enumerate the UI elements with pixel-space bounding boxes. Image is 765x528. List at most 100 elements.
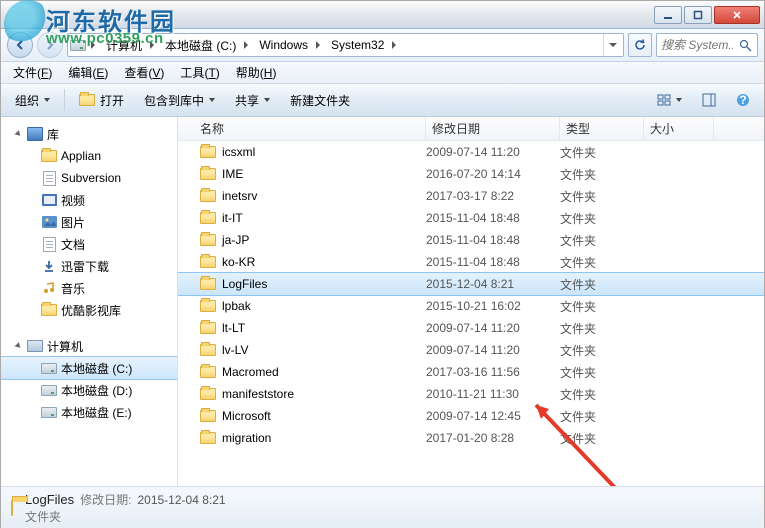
file-list: 名称 修改日期 类型 大小 icsxml2009-07-14 11:20文件夹I… (178, 117, 764, 486)
tree-node-subversion[interactable]: Subversion (1, 167, 177, 189)
column-type[interactable]: 类型 (560, 117, 644, 140)
breadcrumb-sep[interactable] (239, 34, 253, 56)
menu-tools[interactable]: 工具(T) (172, 62, 227, 83)
tree-node-youku[interactable]: 优酷影视库 (1, 299, 177, 321)
file-name: icsxml (222, 145, 255, 159)
search-input[interactable] (661, 38, 733, 52)
tree-node-drive-d[interactable]: 本地磁盘 (D:) (1, 379, 177, 401)
file-row[interactable]: inetsrv2017-03-17 8:22文件夹 (178, 185, 764, 207)
file-type: 文件夹 (560, 320, 644, 337)
tree-node-drive-e[interactable]: 本地磁盘 (E:) (1, 401, 177, 423)
file-date: 2009-07-14 11:20 (426, 321, 560, 335)
breadcrumb-sep[interactable] (387, 34, 401, 56)
breadcrumb-system32[interactable]: System32 (325, 34, 387, 56)
folder-icon (41, 148, 57, 164)
folder-icon (200, 254, 216, 270)
view-options-button[interactable] (649, 89, 690, 111)
menu-edit[interactable]: 编辑(E) (60, 62, 116, 83)
file-type: 文件夹 (560, 276, 644, 293)
breadcrumb-root-sep[interactable] (86, 34, 100, 56)
breadcrumb-windows[interactable]: Windows (253, 34, 311, 56)
download-icon (41, 258, 57, 274)
address-dropdown[interactable] (603, 34, 621, 56)
menu-file[interactable]: 文件(F) (5, 62, 60, 83)
open-button[interactable]: 打开 (71, 88, 132, 113)
tree-node-pictures[interactable]: 图片 (1, 211, 177, 233)
file-type: 文件夹 (560, 430, 644, 447)
folder-icon (200, 342, 216, 358)
folder-icon (200, 210, 216, 226)
music-icon (41, 280, 57, 296)
details-date-label: 修改日期: (80, 491, 131, 508)
tree-node-applian[interactable]: Applian (1, 145, 177, 167)
column-size[interactable]: 大小 (644, 117, 714, 140)
minimize-button[interactable] (654, 6, 682, 24)
column-name[interactable]: 名称 (178, 117, 426, 140)
breadcrumb-sep[interactable] (311, 34, 325, 56)
breadcrumb-drive-c[interactable]: 本地磁盘 (C:) (159, 34, 239, 56)
drive-icon (70, 37, 86, 53)
chevron-down-icon (264, 98, 270, 102)
chevron-down-icon (676, 98, 682, 102)
file-row[interactable]: icsxml2009-07-14 11:20文件夹 (178, 141, 764, 163)
share-button[interactable]: 共享 (227, 88, 278, 113)
tree-node-libraries[interactable]: 库 (1, 123, 177, 145)
help-button[interactable]: ? (728, 89, 758, 111)
back-button[interactable] (7, 32, 33, 58)
file-type: 文件夹 (560, 364, 644, 381)
doc-icon (41, 236, 57, 252)
preview-pane-button[interactable] (694, 89, 724, 111)
file-row[interactable]: migration2017-01-20 8:28文件夹 (178, 427, 764, 449)
file-row[interactable]: Microsoft2009-07-14 12:45文件夹 (178, 405, 764, 427)
address-bar[interactable]: 计算机 本地磁盘 (C:) Windows System32 (67, 33, 624, 57)
menubar: 文件(F) 编辑(E) 查看(V) 工具(T) 帮助(H) (1, 62, 764, 84)
file-row[interactable]: lv-LV2009-07-14 11:20文件夹 (178, 339, 764, 361)
refresh-button[interactable] (628, 33, 652, 57)
file-row[interactable]: ja-JP2015-11-04 18:48文件夹 (178, 229, 764, 251)
file-name: ko-KR (222, 255, 255, 269)
file-row[interactable]: Macromed2017-03-16 11:56文件夹 (178, 361, 764, 383)
tree-node-video[interactable]: 视频 (1, 189, 177, 211)
include-library-button[interactable]: 包含到库中 (136, 88, 223, 113)
file-name: lv-LV (222, 343, 248, 357)
breadcrumb-sep[interactable] (145, 34, 159, 56)
tree-label: 本地磁盘 (D:) (61, 382, 132, 399)
tree-label: 文档 (61, 236, 85, 253)
close-button[interactable] (714, 6, 760, 24)
organize-button[interactable]: 组织 (7, 88, 58, 113)
forward-button[interactable] (37, 32, 63, 58)
breadcrumb-computer[interactable]: 计算机 (100, 34, 145, 56)
tree-node-music[interactable]: 音乐 (1, 277, 177, 299)
file-date: 2017-01-20 8:28 (426, 431, 560, 445)
folder-icon (200, 232, 216, 248)
column-date[interactable]: 修改日期 (426, 117, 560, 140)
file-row[interactable]: lt-LT 2009-07-14 11:20文件夹 (178, 317, 764, 339)
tree-node-xunlei[interactable]: 迅雷下载 (1, 255, 177, 277)
tree-node-documents[interactable]: 文档 (1, 233, 177, 255)
maximize-button[interactable] (684, 6, 712, 24)
folder-icon (200, 430, 216, 446)
tree-label: 本地磁盘 (C:) (61, 360, 132, 377)
folder-icon (200, 364, 216, 380)
menu-view[interactable]: 查看(V) (116, 62, 172, 83)
folder-open-icon (79, 92, 95, 108)
tree-node-drive-c[interactable]: 本地磁盘 (C:) (1, 357, 177, 379)
file-name: lt-LT (222, 321, 245, 335)
tree-label: Subversion (61, 171, 121, 185)
file-row[interactable]: LogFiles2015-12-04 8:21文件夹 (178, 273, 764, 295)
folder-icon (200, 166, 216, 182)
file-row[interactable]: ko-KR2015-11-04 18:48文件夹 (178, 251, 764, 273)
tree-node-computer[interactable]: 计算机 (1, 335, 177, 357)
file-date: 2015-11-04 18:48 (426, 255, 560, 269)
breadcrumb-label: 计算机 (106, 37, 142, 54)
file-row[interactable]: lpbak2015-10-21 16:02文件夹 (178, 295, 764, 317)
breadcrumb-label: System32 (331, 38, 384, 52)
menu-help[interactable]: 帮助(H) (228, 62, 285, 83)
tree-label: 本地磁盘 (E:) (61, 404, 132, 421)
sidebar: 库 Applian Subversion 视频 图片 文档 迅雷下载 音乐 优酷… (1, 117, 178, 486)
file-row[interactable]: it-IT2015-11-04 18:48文件夹 (178, 207, 764, 229)
search-box[interactable] (656, 33, 758, 57)
file-row[interactable]: manifeststore2010-11-21 11:30文件夹 (178, 383, 764, 405)
new-folder-button[interactable]: 新建文件夹 (282, 88, 358, 113)
file-row[interactable]: IME2016-07-20 14:14文件夹 (178, 163, 764, 185)
